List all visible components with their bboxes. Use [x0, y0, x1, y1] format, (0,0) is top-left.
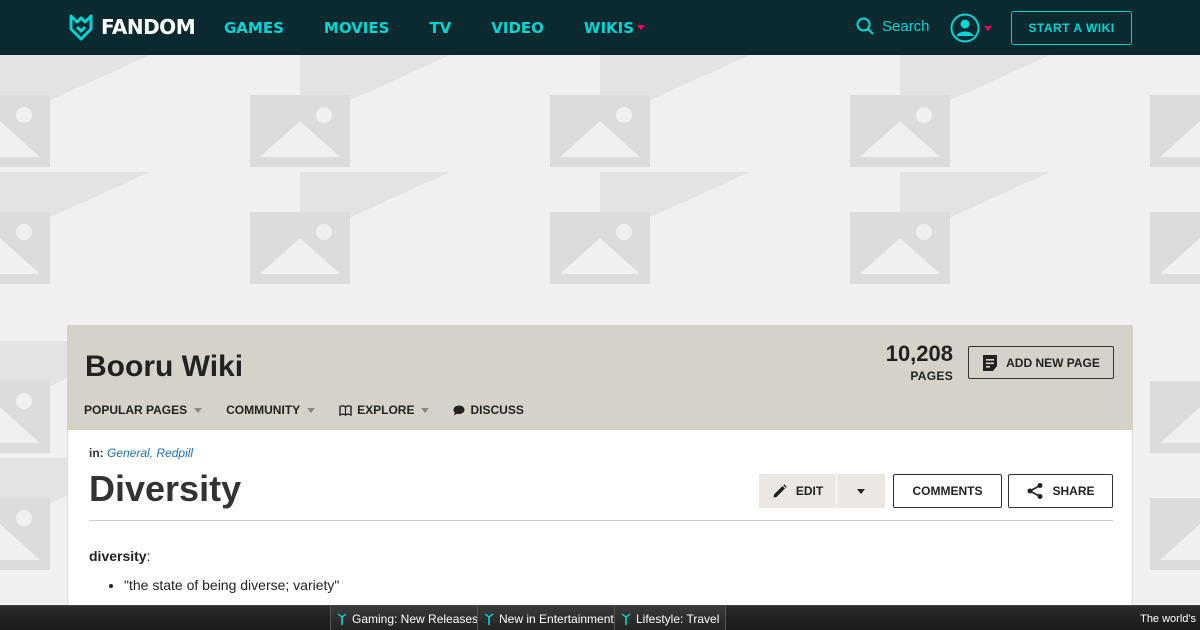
title-divider — [89, 520, 1113, 521]
nav-community-label: COMMUNITY — [226, 403, 301, 417]
trending-ticker: The world's — [1140, 606, 1200, 630]
edit-dropdown-button[interactable] — [837, 474, 885, 508]
share-icon — [1027, 483, 1043, 499]
nav-movies[interactable]: MOVIES — [324, 19, 390, 37]
nav-wikis[interactable]: WIKIS — [583, 18, 646, 37]
chevron-down-icon — [421, 407, 430, 413]
search-icon — [856, 17, 874, 35]
global-nav: FANDOM GAMES MOVIES TV VIDEO WIKIS Searc… — [0, 0, 1200, 55]
nav-explore-label: EXPLORE — [357, 403, 415, 417]
definition-list: "the state of being diverse; variety" — [124, 577, 339, 601]
edit-label: EDIT — [795, 484, 824, 498]
antenna-icon — [484, 612, 494, 625]
chevron-down-icon — [194, 407, 203, 413]
nav-discuss-label: DISCUSS — [470, 403, 524, 417]
nav-community[interactable]: COMMUNITY — [226, 403, 316, 417]
comments-button[interactable]: COMMENTS — [893, 474, 1002, 508]
definition-term-line: diversity: — [89, 548, 150, 564]
logo-text: FANDOM — [101, 15, 196, 39]
add-new-page-label: ADD NEW PAGE — [1006, 355, 1100, 370]
page-title: Diversity — [89, 468, 242, 509]
trending-tab-label: Gaming: New Releases — [352, 611, 479, 626]
nav-tv[interactable]: TV — [429, 19, 451, 37]
speech-bubble-icon — [453, 405, 465, 415]
search-label: Search — [882, 17, 930, 35]
share-button[interactable]: SHARE — [1008, 474, 1113, 508]
article-content: in: General, Redpill Diversity EDIT COMM… — [67, 430, 1133, 630]
nav-explore[interactable]: EXPLORE — [339, 403, 430, 417]
fandom-logo[interactable]: FANDOM — [67, 13, 196, 41]
add-new-page-button[interactable]: ADD NEW PAGE — [968, 346, 1114, 379]
trending-tab-label: Lifestyle: Travel — [636, 611, 720, 626]
wiki-header: Booru Wiki 10,208 PAGES ADD NEW PAGE POP… — [67, 325, 1133, 430]
edit-button[interactable]: EDIT — [759, 474, 837, 508]
trending-tab-entertainment[interactable]: New in Entertainment — [477, 606, 621, 630]
nav-popular-pages[interactable]: POPULAR PAGES — [84, 403, 203, 417]
definition-term: diversity — [89, 548, 147, 564]
trending-tab-label: New in Entertainment — [499, 611, 614, 626]
search-button[interactable]: Search — [856, 17, 930, 35]
trending-bar: Gaming: New Releases New in Entertainmen… — [0, 605, 1200, 630]
user-avatar-icon — [950, 13, 980, 43]
antenna-icon — [337, 612, 347, 625]
category-links[interactable]: General, Redpill — [107, 446, 193, 460]
nav-video[interactable]: VIDEO — [491, 19, 544, 37]
share-label: SHARE — [1052, 484, 1095, 498]
trending-tab-travel[interactable]: Lifestyle: Travel — [614, 606, 727, 630]
wiki-local-nav: POPULAR PAGES COMMUNITY EXPLORE DISCUSS — [84, 403, 548, 417]
chevron-down-icon — [307, 407, 316, 413]
nav-popular-pages-label: POPULAR PAGES — [84, 403, 188, 417]
nav-links: GAMES MOVIES TV VIDEO WIKIS — [224, 0, 685, 55]
nav-games[interactable]: GAMES — [224, 19, 284, 37]
pages-count-label: PAGES — [910, 369, 953, 383]
trending-tab-gaming[interactable]: Gaming: New Releases — [330, 606, 486, 630]
pages-count-number: 10,208 — [885, 341, 953, 366]
antenna-icon — [621, 612, 631, 625]
edit-button-group: EDIT — [759, 474, 885, 508]
list-item: "the state of being diverse; variety" — [124, 577, 339, 593]
new-page-icon — [983, 354, 998, 371]
pages-count: 10,208 PAGES — [867, 341, 953, 385]
categories-prefix: in: — [89, 446, 104, 460]
book-icon — [339, 404, 352, 416]
start-a-wiki-button[interactable]: START A WIKI — [1011, 11, 1132, 45]
trending-ticker-text: The world's — [1140, 612, 1196, 625]
wiki-title[interactable]: Booru Wiki — [85, 350, 243, 384]
user-menu[interactable] — [950, 13, 992, 43]
categories-line: in: General, Redpill — [89, 446, 193, 460]
definition-term-suffix: : — [146, 548, 151, 564]
chevron-down-icon — [984, 25, 992, 31]
nav-discuss[interactable]: DISCUSS — [453, 403, 524, 417]
chevron-down-icon — [857, 488, 865, 494]
pencil-icon — [773, 484, 787, 498]
chevron-down-icon — [637, 25, 646, 30]
fandom-heart-icon — [69, 14, 93, 41]
nav-wikis-label: WIKIS — [583, 18, 635, 37]
